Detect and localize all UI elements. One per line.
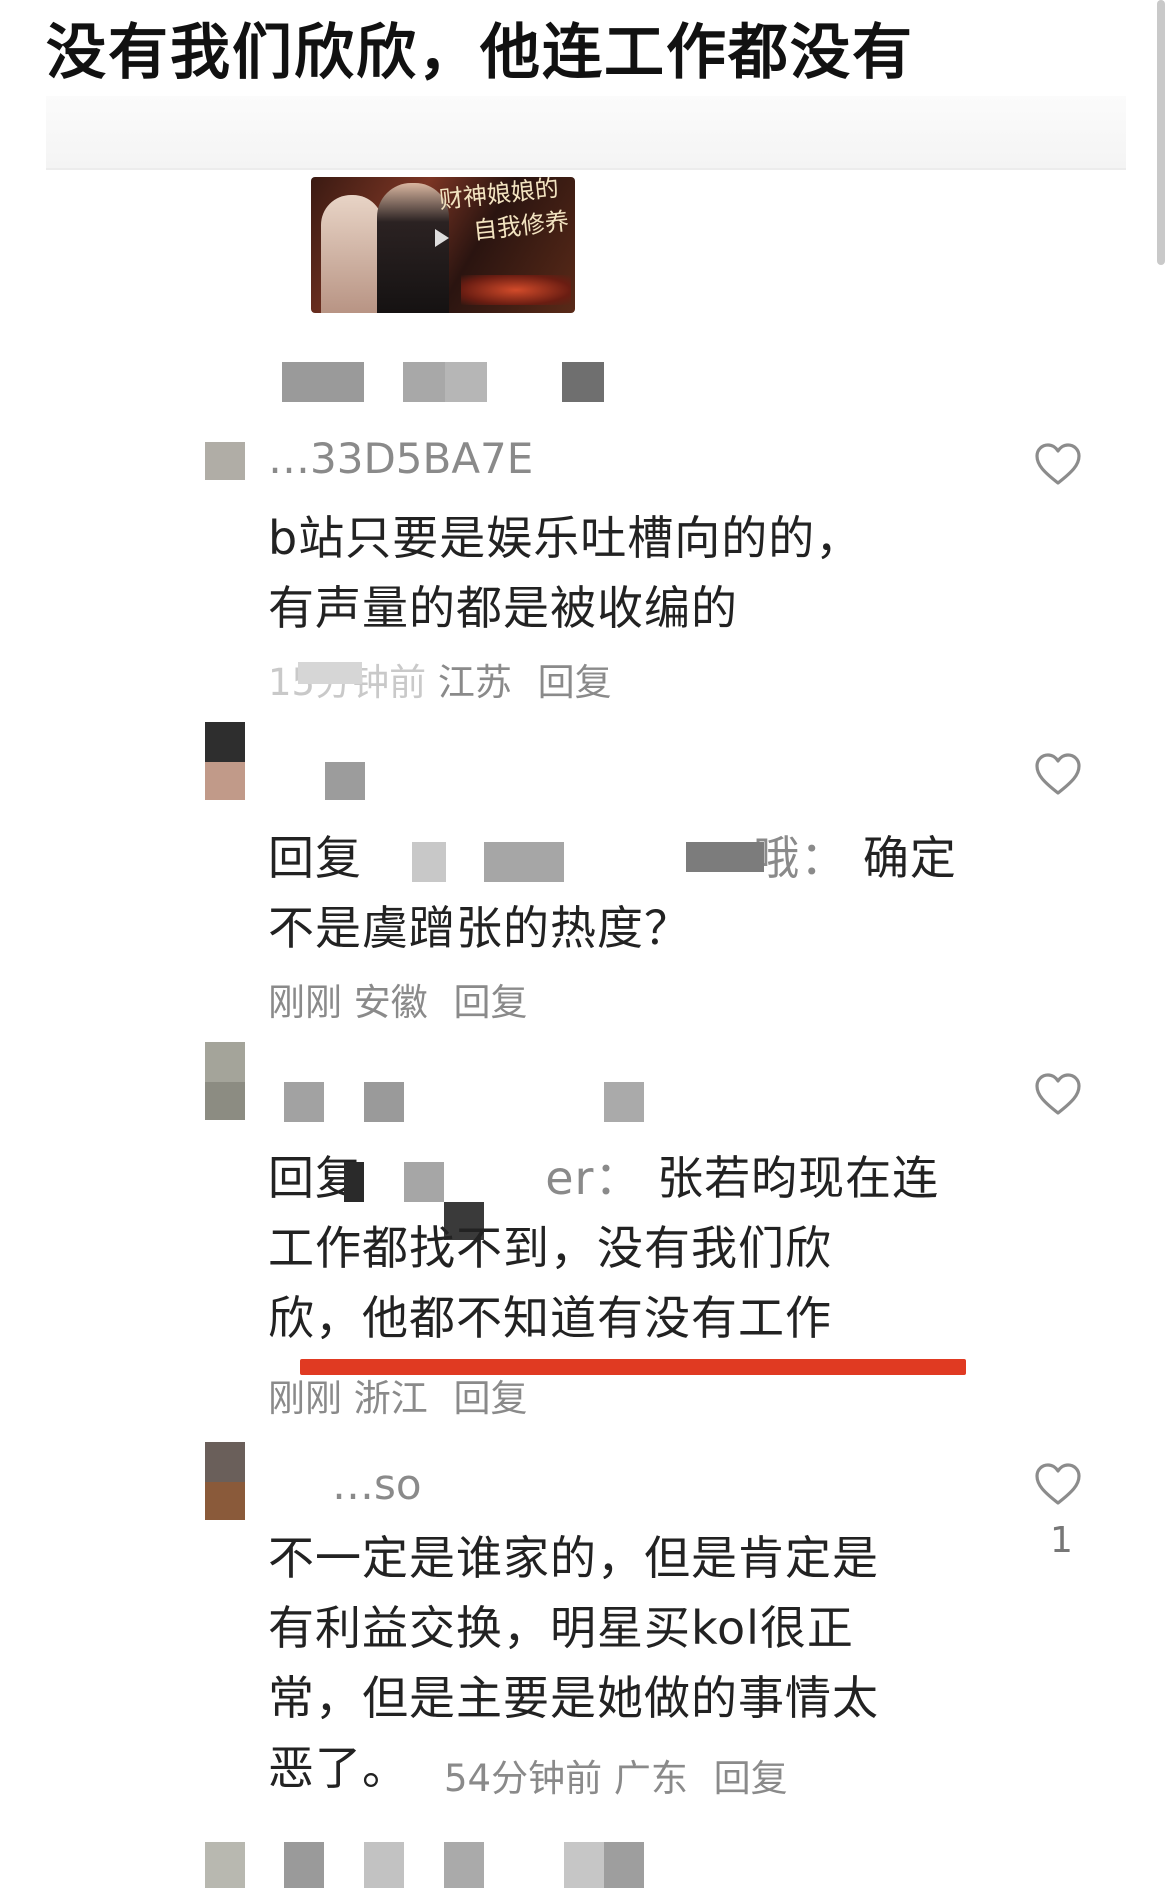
pixelated-next-comment — [564, 1842, 604, 1888]
comment-meta: 刚刚 安徽 回复 — [268, 972, 528, 1026]
avatar[interactable] — [205, 722, 245, 800]
pixelated-username — [284, 1082, 324, 1122]
pixelated-username — [325, 762, 365, 800]
comment-location: 江苏 — [437, 661, 512, 704]
pixelated-reply-target — [686, 842, 764, 872]
comment-text-line: 常，但是主要是她做的事情太 — [268, 1671, 879, 1725]
comment-text-line: 回复 哦： 确定 — [268, 828, 957, 888]
comment-meta: 54分钟前 广东 回复 — [444, 1748, 788, 1802]
pixelated-next-comment — [604, 1842, 644, 1888]
comment-text-line: 工作都找不到，没有我们欣 — [268, 1221, 832, 1275]
thumbnail-title-line1: 财神娘娘的 — [437, 177, 561, 215]
avatar[interactable] — [205, 1042, 245, 1120]
comment-meta: 刚刚 浙江 回复 — [268, 1368, 528, 1422]
pixelated-reply-target — [484, 842, 564, 882]
pixelated-reply-target — [412, 842, 446, 882]
thumbnail-title-line2: 自我修养 — [471, 207, 571, 245]
thumbnail-lanterns — [461, 275, 571, 305]
reply-button[interactable]: 回复 — [454, 1377, 528, 1420]
heart-outline-icon[interactable] — [1034, 1462, 1082, 1506]
avatar[interactable] — [205, 442, 245, 480]
like-count: 1 — [1050, 1520, 1073, 1561]
comment-username[interactable]: …so — [332, 1460, 422, 1509]
comment-text-line: 不一定是谁家的，但是肯定是 — [268, 1531, 879, 1585]
comment-text-line: b站只要是娱乐吐槽向的的， — [268, 511, 863, 565]
comment-text-line: 恶了。 — [268, 1741, 409, 1795]
heart-outline-icon[interactable] — [1034, 752, 1082, 796]
reply-button[interactable]: 回复 — [714, 1757, 788, 1800]
reply-button[interactable]: 回复 — [454, 981, 528, 1024]
pixelated-reply-target — [404, 1162, 444, 1202]
pixelated-reply-target — [344, 1162, 364, 1202]
pixelated-next-comment — [364, 1842, 404, 1888]
comment-location: 广东 — [613, 1757, 688, 1800]
thumbnail-figure-man — [377, 183, 449, 313]
reply-target-suffix[interactable]: 哦： — [753, 831, 847, 885]
scrollbar[interactable] — [1157, 0, 1165, 265]
comment-text-tail: 确定 — [862, 831, 957, 885]
thumbnail-figure-woman — [321, 195, 383, 313]
pixelated-time — [298, 662, 362, 684]
pixelated-meta — [403, 362, 445, 402]
play-icon[interactable] — [435, 229, 449, 247]
comment-location: 浙江 — [353, 1377, 428, 1420]
reply-prefix: 回复 — [268, 831, 362, 885]
pixelated-next-comment — [284, 1842, 324, 1888]
pixelated-meta — [445, 362, 487, 402]
heart-outline-icon[interactable] — [1034, 1072, 1082, 1116]
comment-time: 刚刚 — [268, 1377, 342, 1420]
comment-username[interactable]: …33D5BA7E — [268, 434, 533, 483]
video-thumbnail[interactable]: 财神娘娘的 自我修养 — [311, 177, 575, 313]
comment-text-line: 欣，他都不知道有没有工作 — [268, 1291, 832, 1345]
comment-text-line: 有利益交换，明星买kol很正 — [268, 1601, 854, 1655]
post-headline: 没有我们欣欣，他连工作都没有 — [46, 18, 914, 88]
reply-target-suffix[interactable]: er： — [545, 1151, 641, 1205]
heart-outline-icon[interactable] — [1034, 442, 1082, 486]
comment-time: 刚刚 — [268, 981, 342, 1024]
pixelated-username — [604, 1082, 644, 1122]
comment-text-line: 回复 er： 张若昀现在连 — [268, 1148, 939, 1208]
comment-text-line: 有声量的都是被收编的 — [268, 581, 738, 635]
header-divider — [46, 96, 1126, 170]
pixelated-username — [364, 1082, 404, 1122]
avatar[interactable] — [205, 1442, 245, 1520]
pixelated-meta — [562, 362, 604, 402]
pixelated-meta — [282, 362, 364, 402]
pixelated-next-comment — [444, 1842, 484, 1888]
reply-button[interactable]: 回复 — [538, 661, 612, 704]
comment-location: 安徽 — [353, 981, 428, 1024]
pixelated-next-comment — [205, 1842, 245, 1888]
comment-text-tail: 张若昀现在连 — [657, 1151, 940, 1205]
comment-time: 54分钟前 — [444, 1757, 603, 1800]
comment-text-line: 不是虞蹭张的热度？ — [268, 901, 691, 955]
